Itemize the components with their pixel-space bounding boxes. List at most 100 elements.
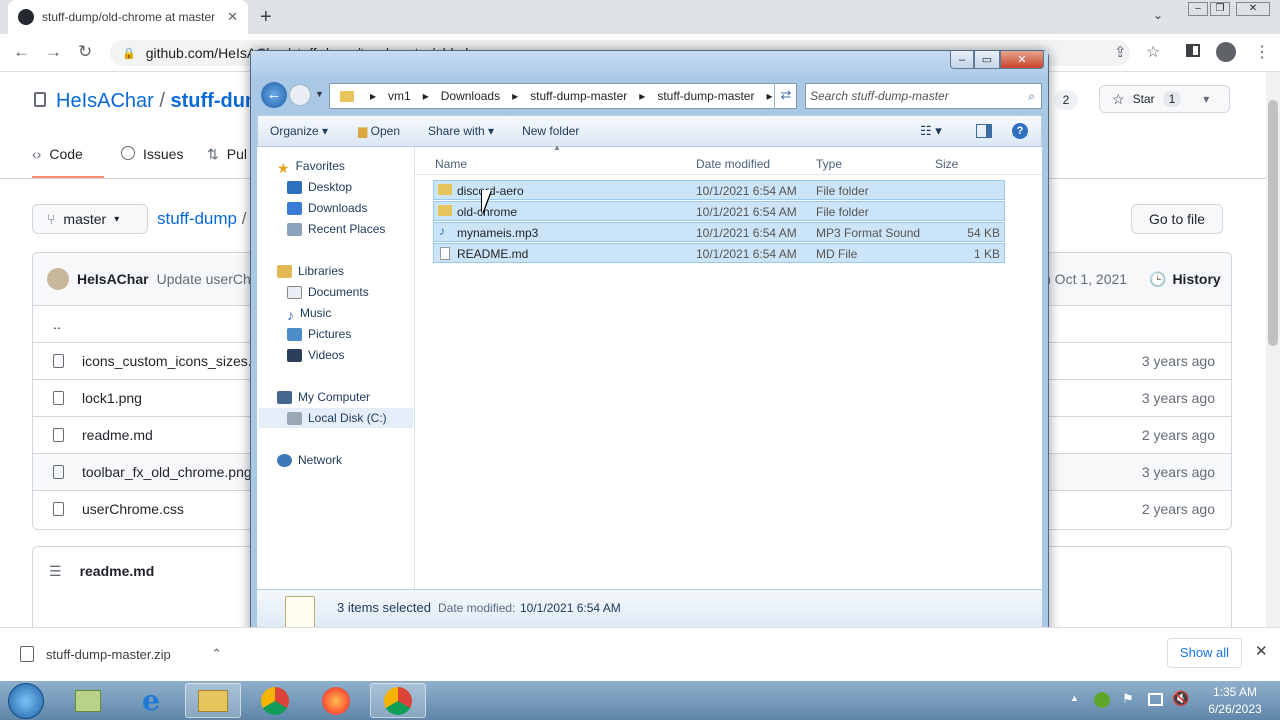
close-window-icon[interactable]: ✕	[1236, 2, 1270, 16]
help-icon[interactable]: ?	[1012, 123, 1028, 139]
tab-search-icon[interactable]: ⌄	[1153, 8, 1163, 22]
scrollbar-thumb[interactable]	[1268, 100, 1278, 346]
column-header-date[interactable]: Date modified	[696, 157, 770, 171]
restore-window-icon[interactable]: ❐	[1210, 2, 1230, 16]
tray-volume-muted-icon[interactable]: 🔇	[1172, 690, 1189, 707]
parent-directory-link[interactable]: ..	[53, 316, 61, 332]
file-item[interactable]: ♪ mynameis.mp3 10/1/2021 6:54 AM MP3 For…	[433, 222, 1005, 242]
taskbar-chrome-active-icon[interactable]	[370, 683, 426, 718]
nav-recent-places[interactable]: Recent Places	[287, 222, 385, 236]
star-button[interactable]: ☆ Star 1 ▾	[1099, 85, 1230, 113]
explorer-back-button[interactable]: ←	[261, 82, 287, 108]
open-button[interactable]: ▆ Open	[348, 124, 410, 138]
bookmark-star-icon[interactable]: ☆	[1146, 42, 1160, 62]
nav-pictures[interactable]: Pictures	[287, 327, 351, 341]
file-name[interactable]: toolbar_fx_old_chrome.png	[82, 464, 252, 480]
repo-tab-code[interactable]: ‹› Code	[32, 140, 104, 178]
nav-videos[interactable]: Videos	[287, 348, 344, 362]
recent-pages-icon[interactable]: ▼	[315, 89, 324, 99]
list-icon[interactable]: ☰	[49, 563, 62, 580]
history-link[interactable]: 🕒 History	[1149, 271, 1221, 288]
repo-owner-link[interactable]: HeIsAChar	[56, 90, 154, 112]
nav-network[interactable]: Network	[277, 453, 342, 467]
download-options-icon[interactable]: ⌃	[211, 646, 222, 662]
minimize-window-icon[interactable]: –	[1188, 2, 1208, 16]
explorer-forward-button[interactable]	[289, 84, 311, 106]
download-item[interactable]: stuff-dump-master.zip ⌃	[10, 638, 244, 670]
repo-tab-issues[interactable]: Issues	[121, 146, 183, 162]
file-name[interactable]: readme.md	[82, 427, 153, 443]
share-icon[interactable]: ⇪	[1114, 43, 1127, 61]
explorer-minimize-button[interactable]: –	[950, 51, 974, 69]
view-options-icon[interactable]: ☷ ▾	[920, 123, 942, 139]
commit-author[interactable]: HeIsAChar	[77, 271, 149, 287]
refresh-button[interactable]: ⇄	[774, 83, 797, 109]
taskbar-notepad-icon[interactable]	[60, 683, 116, 718]
file-name[interactable]: lock1.png	[82, 390, 142, 406]
explorer-address-bar[interactable]: ▸ vm1 ▸ Downloads ▸ stuff-dump-master ▸ …	[329, 83, 797, 109]
browser-tab[interactable]: stuff-dump/old-chrome at master ✕	[8, 0, 248, 34]
breadcrumb-arrow-icon[interactable]: ▸	[633, 89, 651, 103]
file-name[interactable]: userChrome.css	[82, 501, 184, 517]
nav-my-computer[interactable]: My Computer	[277, 390, 370, 404]
close-download-shelf-icon[interactable]: ✕	[1255, 642, 1268, 660]
breadcrumb-arrow-icon[interactable]: ▸	[417, 89, 435, 103]
tray-flag-icon[interactable]: ⚑	[1122, 691, 1134, 707]
breadcrumb-stuff-dump-master[interactable]: stuff-dump-master	[524, 89, 633, 103]
taskbar-internet-explorer-icon[interactable]: e	[123, 683, 179, 718]
breadcrumb-downloads[interactable]: Downloads	[435, 89, 506, 103]
repo-tab-pulls[interactable]: ⇅ Pul	[207, 146, 247, 163]
breadcrumb-vm1[interactable]: vm1	[382, 89, 417, 103]
nav-documents[interactable]: Documents	[287, 285, 369, 299]
chrome-menu-icon[interactable]: ⋮	[1254, 42, 1270, 62]
clock-time[interactable]: 1:35 AM	[1200, 685, 1270, 699]
star-dropdown-icon[interactable]: ▾	[1203, 92, 1209, 106]
breadcrumb-repo-link[interactable]: stuff-dump	[157, 209, 237, 228]
profile-avatar-icon[interactable]	[1216, 42, 1236, 62]
side-panel-icon[interactable]	[1186, 44, 1200, 57]
breadcrumb-arrow-icon[interactable]: ▸	[364, 89, 382, 103]
explorer-title-bar[interactable]	[251, 51, 1048, 81]
explorer-search-input[interactable]: Search stuff-dump-master ⌕	[805, 83, 1042, 109]
new-tab-button[interactable]: +	[260, 6, 272, 29]
commit-message[interactable]: Update userChro	[157, 271, 264, 287]
taskbar-file-explorer-icon[interactable]	[185, 683, 241, 718]
nav-local-disk[interactable]: Local Disk (C:)	[287, 411, 387, 425]
back-icon[interactable]: ←	[13, 42, 30, 62]
clock-date[interactable]: 6/26/2023	[1198, 702, 1272, 716]
preview-pane-icon[interactable]	[976, 124, 992, 138]
forward-icon[interactable]: →	[45, 42, 62, 62]
nav-favorites[interactable]: ★ Favorites	[277, 159, 345, 176]
tray-security-icon[interactable]	[1094, 692, 1110, 708]
page-scrollbar[interactable]	[1266, 72, 1280, 628]
go-to-file-button[interactable]: Go to file	[1131, 204, 1223, 234]
column-header-type[interactable]: Type	[816, 157, 842, 171]
taskbar-chrome-icon[interactable]	[247, 683, 303, 718]
reload-icon[interactable]: ↻	[78, 42, 92, 62]
nav-downloads[interactable]: Downloads	[287, 201, 367, 215]
file-name[interactable]: icons_custom_icons_sizes.css	[82, 353, 273, 369]
tray-show-hidden-icon[interactable]: ▲	[1070, 693, 1079, 703]
branch-button[interactable]: ⑂ master ▾	[32, 204, 148, 234]
header-divider	[415, 174, 1042, 175]
tray-network-icon[interactable]	[1148, 693, 1163, 706]
column-header-size[interactable]: Size	[935, 157, 958, 171]
file-item[interactable]: old-chrome 10/1/2021 6:54 AM File folder	[433, 201, 1005, 221]
share-with-menu[interactable]: Share with ▾	[418, 124, 504, 138]
nav-music[interactable]: ♪ Music	[287, 306, 331, 323]
file-item[interactable]: discord-aero 10/1/2021 6:54 AM File fold…	[433, 180, 1005, 200]
close-tab-icon[interactable]: ✕	[227, 9, 238, 25]
breadcrumb-stuff-dump-master-inner[interactable]: stuff-dump-master	[651, 89, 760, 103]
show-all-button[interactable]: Show all	[1167, 638, 1242, 668]
explorer-maximize-button[interactable]: ▭	[974, 51, 1000, 69]
file-item[interactable]: README.md 10/1/2021 6:54 AM MD File 1 KB	[433, 243, 1005, 263]
start-button[interactable]	[8, 683, 44, 719]
taskbar-firefox-icon[interactable]	[308, 683, 364, 718]
nav-libraries[interactable]: Libraries	[277, 264, 344, 278]
organize-menu[interactable]: Organize ▾	[258, 124, 338, 138]
nav-desktop[interactable]: Desktop	[287, 180, 352, 194]
explorer-close-button[interactable]: ✕	[1000, 51, 1044, 69]
breadcrumb-arrow-icon[interactable]: ▸	[506, 89, 524, 103]
column-header-name[interactable]: Name	[435, 157, 467, 171]
new-folder-button[interactable]: New folder	[512, 124, 589, 138]
